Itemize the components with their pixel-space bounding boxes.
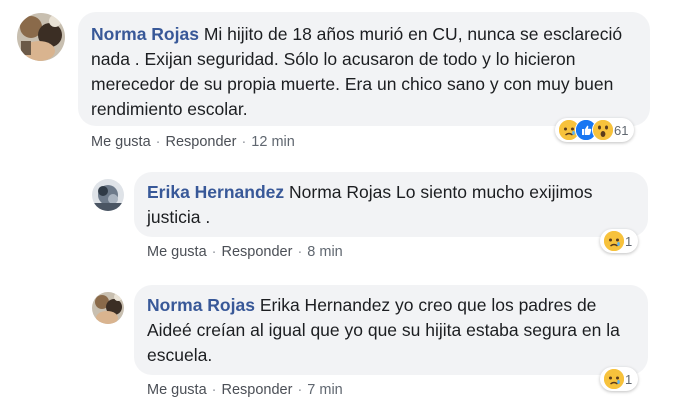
avatar-image-icon <box>92 179 124 211</box>
wow-icon <box>592 119 614 141</box>
comment-author[interactable]: Norma Rojas <box>147 295 255 315</box>
like-link[interactable]: Me gusta <box>147 382 207 398</box>
comment-author[interactable]: Norma Rojas <box>91 24 199 44</box>
sad-icon <box>603 368 625 390</box>
separator-dot: · <box>155 134 161 150</box>
comment-bubble: Erika Hernandez Norma Rojas Lo siento mu… <box>134 172 648 237</box>
comment-time[interactable]: 7 min <box>307 382 342 398</box>
sad-icon <box>603 230 625 252</box>
reply-link[interactable]: Responder <box>222 382 293 398</box>
comment-time[interactable]: 8 min <box>307 244 342 260</box>
comment-time[interactable]: 12 min <box>251 134 295 150</box>
comment-bubble: Norma Rojas Mi hijito de 18 años murió e… <box>78 12 650 126</box>
reactions-summary[interactable]: 1 <box>600 229 639 253</box>
separator-dot: · <box>297 244 303 260</box>
comment-actions: Me gusta · Responder · 12 min <box>91 134 295 150</box>
reply-link[interactable]: Responder <box>166 134 237 150</box>
avatar[interactable] <box>92 292 124 324</box>
separator-dot: · <box>241 134 247 150</box>
separator-dot: · <box>211 244 217 260</box>
separator-dot: · <box>297 382 303 398</box>
comment-actions: Me gusta · Responder · 8 min <box>147 244 343 260</box>
like-link[interactable]: Me gusta <box>91 134 151 150</box>
reaction-count: 61 <box>614 122 629 138</box>
reaction-count: 1 <box>625 371 633 387</box>
reaction-count: 1 <box>625 233 633 249</box>
comment-author[interactable]: Erika Hernandez <box>147 182 284 202</box>
comment-bubble: Norma Rojas Erika Hernandez yo creo que … <box>134 285 648 375</box>
avatar-image-icon <box>17 13 65 61</box>
avatar[interactable] <box>17 13 65 61</box>
comment-actions: Me gusta · Responder · 7 min <box>147 382 343 398</box>
avatar[interactable] <box>92 179 124 211</box>
separator-dot: · <box>211 382 217 398</box>
reactions-summary[interactable]: 1 <box>600 367 639 391</box>
reactions-summary[interactable]: 61 <box>555 118 635 142</box>
avatar-image-icon <box>92 292 124 324</box>
reply-link[interactable]: Responder <box>222 244 293 260</box>
like-link[interactable]: Me gusta <box>147 244 207 260</box>
